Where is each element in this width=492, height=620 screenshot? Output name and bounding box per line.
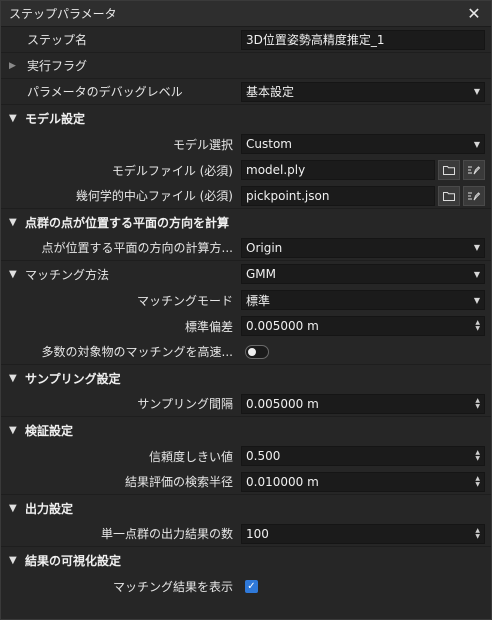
model-select-row: モデル選択 Custom ▼ (1, 131, 491, 157)
spin-arrows-icon[interactable]: ▲ ▼ (475, 475, 480, 488)
matching-method-label: マッチング方法 (25, 267, 110, 282)
sampling-section-title: サンプリング設定 (25, 371, 121, 386)
verify-section-title: 検証設定 (25, 423, 74, 438)
search-radius-label: 結果評価の検索半径 (124, 475, 233, 489)
chevron-down-icon: ▼ (473, 139, 480, 149)
sampling-interval-row: サンプリング間隔 0.005000 m ▲ ▼ (1, 391, 491, 417)
chevron-down-icon: ▼ (473, 295, 480, 305)
stddev-value: 0.005000 m (246, 319, 319, 333)
model-select-value: Custom (246, 137, 292, 151)
matching-method-header[interactable]: ▼ マッチング方法 (9, 266, 241, 283)
output-count-value: 100 (246, 526, 269, 541)
folder-icon[interactable] (438, 160, 460, 180)
spin-arrows-icon[interactable]: ▲ ▼ (475, 320, 480, 332)
collapse-icon[interactable]: ▼ (9, 269, 25, 280)
collapse-icon[interactable]: ▼ (9, 425, 25, 436)
step-name-row: ステップ名 3D位置姿勢高精度推定_1 (1, 27, 491, 53)
stddev-spinbox[interactable]: 0.005000 m ▲ ▼ (241, 316, 485, 336)
fast-matching-label: 多数の対象物のマッチングを高速... (41, 345, 233, 359)
search-radius-spinbox[interactable]: 0.010000 m ▲ ▼ (241, 471, 485, 492)
model-section-title: モデル設定 (25, 111, 86, 126)
collapse-icon[interactable]: ▼ (9, 113, 25, 124)
center-file-label: 幾何学的中心ファイル (必須) (75, 189, 233, 203)
plane-method-value: Origin (246, 240, 283, 255)
search-radius-row: 結果評価の検索半径 0.010000 m ▲ ▼ (1, 469, 491, 495)
stddev-row: 標準偏差 0.005000 m ▲ ▼ (1, 313, 491, 339)
collapse-icon[interactable]: ▼ (9, 217, 25, 228)
fast-matching-toggle[interactable] (245, 344, 269, 359)
sampling-interval-label: サンプリング間隔 (137, 397, 233, 411)
debug-level-row: パラメータのデバッグレベル 基本設定 ▼ (1, 79, 491, 105)
matching-mode-value: 標準 (246, 293, 271, 308)
threshold-row: 信頼度しきい値 0.500 ▲ ▼ (1, 443, 491, 469)
threshold-value: 0.500 (246, 449, 281, 463)
expand-right-icon[interactable]: ▶ (9, 61, 25, 71)
step-name-input[interactable]: 3D位置姿勢高精度推定_1 (241, 29, 485, 50)
fast-matching-row: 多数の対象物のマッチングを高速... (1, 339, 491, 365)
debug-level-select[interactable]: 基本設定 ▼ (241, 81, 485, 102)
visual-section-header[interactable]: ▼ 結果の可視化設定 (1, 547, 491, 573)
matching-method-row: ▼ マッチング方法 GMM ▼ (1, 261, 491, 287)
matching-mode-row: マッチングモード 標準 ▼ (1, 287, 491, 313)
search-radius-value: 0.010000 m (246, 474, 319, 489)
threshold-spinbox[interactable]: 0.500 ▲ ▼ (241, 446, 485, 466)
spin-arrows-icon[interactable]: ▲ ▼ (475, 397, 480, 410)
plane-method-label: 点が位置する平面の方向の計算方... (41, 241, 233, 255)
title-bar: ステップパラメータ ✕ (1, 1, 491, 27)
model-select-label: モデル選択 (172, 137, 233, 152)
matching-mode-select[interactable]: 標準 ▼ (241, 290, 485, 310)
visual-section-title: 結果の可視化設定 (25, 553, 122, 568)
plane-section-header[interactable]: ▼ 点群の点が位置する平面の方向を計算 (1, 209, 491, 235)
spin-arrows-icon[interactable]: ▲ ▼ (475, 450, 480, 462)
output-count-spinbox[interactable]: 100 ▲ ▼ (241, 523, 485, 544)
collapse-icon[interactable]: ▼ (9, 373, 25, 384)
matching-method-select[interactable]: GMM ▼ (241, 264, 485, 284)
verify-section-header[interactable]: ▼ 検証設定 (1, 417, 491, 443)
toggle-knob (248, 347, 256, 356)
debug-level-label: パラメータのデバッグレベル (27, 85, 183, 99)
step-parameters-panel: ステップパラメータ ✕ ステップ名 3D位置姿勢高精度推定_1 ▶ 実行フラグ … (0, 0, 492, 620)
edit-file-icon[interactable] (463, 185, 485, 206)
threshold-label: 信頼度しきい値 (148, 449, 233, 464)
output-count-row: 単一点群の出力結果の数 100 ▲ ▼ (1, 521, 491, 547)
model-file-label: モデルファイル (必須) (111, 163, 233, 178)
edit-file-icon[interactable] (463, 160, 485, 180)
stddev-label: 標準偏差 (184, 319, 233, 334)
debug-level-value: 基本設定 (246, 85, 295, 99)
model-section-header[interactable]: ▼ モデル設定 (1, 105, 491, 131)
exec-flag-row[interactable]: ▶ 実行フラグ (1, 53, 491, 79)
show-result-label: マッチング結果を表示 (112, 579, 233, 594)
center-file-input[interactable]: pickpoint.json (241, 185, 435, 206)
sampling-interval-spinbox[interactable]: 0.005000 m ▲ ▼ (241, 393, 485, 414)
show-result-checkbox[interactable]: ✓ (245, 579, 258, 593)
chevron-down-icon: ▼ (473, 87, 480, 96)
output-section-title: 出力設定 (25, 501, 74, 516)
matching-mode-label: マッチングモード (136, 293, 233, 308)
collapse-icon[interactable]: ▼ (9, 555, 25, 566)
sampling-interval-value: 0.005000 m (246, 396, 319, 411)
model-select[interactable]: Custom ▼ (241, 134, 485, 154)
sampling-section-header[interactable]: ▼ サンプリング設定 (1, 365, 491, 391)
matching-method-value: GMM (246, 267, 277, 281)
model-file-input[interactable]: model.ply (241, 160, 435, 180)
chevron-down-icon: ▼ (473, 243, 480, 252)
step-name-label: ステップ名 (27, 33, 88, 47)
plane-section-title: 点群の点が位置する平面の方向を計算 (25, 215, 230, 230)
window-title: ステップパラメータ (9, 7, 117, 21)
center-file-row: 幾何学的中心ファイル (必須) pickpoint.json (1, 183, 491, 209)
output-count-label: 単一点群の出力結果の数 (100, 527, 233, 541)
folder-icon[interactable] (438, 185, 460, 206)
spin-arrows-icon[interactable]: ▲ ▼ (475, 527, 480, 540)
plane-method-row: 点が位置する平面の方向の計算方... Origin ▼ (1, 235, 491, 261)
model-file-row: モデルファイル (必須) model.ply (1, 157, 491, 183)
show-result-row: マッチング結果を表示 ✓ (1, 573, 491, 599)
plane-method-select[interactable]: Origin ▼ (241, 237, 485, 258)
exec-flag-label: 実行フラグ (27, 59, 88, 73)
chevron-down-icon: ▼ (473, 269, 480, 279)
close-icon[interactable]: ✕ (465, 4, 483, 23)
output-section-header[interactable]: ▼ 出力設定 (1, 495, 491, 521)
collapse-icon[interactable]: ▼ (9, 503, 25, 514)
